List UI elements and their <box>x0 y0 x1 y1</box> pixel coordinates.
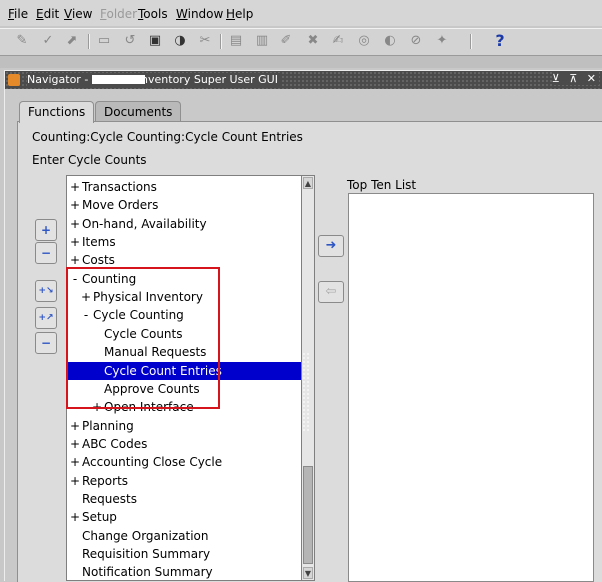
menu-file[interactable]: File <box>8 7 28 21</box>
window-title: Navigator - Inventory Super User GUI <box>27 73 282 86</box>
menu-view[interactable]: View <box>64 7 92 21</box>
tree-item-label: Requests <box>82 491 137 506</box>
expand-node-icon[interactable]: + <box>70 178 80 196</box>
edit-field-icon[interactable]: ✍ <box>330 33 346 49</box>
tree-item-label: Setup <box>82 510 117 525</box>
function-tree[interactable]: + Transactions + Move Orders + On-hand, Avail… <box>66 175 315 581</box>
toolbar-separator <box>88 34 90 49</box>
next-step-icon[interactable]: ↺ <box>122 33 138 49</box>
scroll-up-icon[interactable]: ▲ <box>303 177 313 189</box>
expand-node-icon[interactable]: + <box>81 288 91 306</box>
scroll-thumb[interactable] <box>303 466 313 564</box>
expand-branch-button[interactable]: +↘ <box>35 280 57 302</box>
tree-item-label: Approve Counts <box>104 381 200 396</box>
tree-item[interactable]: Cycle Count Entries <box>67 361 314 380</box>
tree-item-label: Cycle Counts <box>104 326 183 341</box>
tree-item-label: Reports <box>82 473 129 488</box>
selected-function-label: Enter Cycle Counts <box>32 153 147 167</box>
remove-from-top-ten-button[interactable]: ⇦ <box>318 281 344 303</box>
breadcrumb: Counting:Cycle Counting:Cycle Count Entr… <box>32 130 303 144</box>
tree-item-label: Change Organization <box>82 528 209 543</box>
menu-tools[interactable]: Tools <box>138 7 168 21</box>
tree-item-label: Accounting Close Cycle <box>82 455 223 470</box>
tree-item-label: Counting <box>82 271 137 286</box>
expand-node-icon[interactable]: + <box>70 417 80 435</box>
expand-node-icon[interactable]: + <box>70 251 80 269</box>
redacted-title-segment <box>92 75 145 84</box>
menu-bar: File Edit View Folder Tools Window Help <box>0 0 602 26</box>
window-controls[interactable]: ⊻ ⊼ ✕ <box>551 72 599 85</box>
expand-node-icon[interactable]: + <box>70 215 80 233</box>
cut-icon[interactable]: ✂ <box>197 33 213 49</box>
tree-item-label: Costs <box>82 253 115 268</box>
window-title-bar[interactable]: Navigator - Inventory Super User GUI ⊻ ⊼… <box>5 71 602 89</box>
tree-item-label: Planning <box>82 418 134 433</box>
menu-help[interactable]: Help <box>226 7 253 21</box>
menu-window[interactable]: Window <box>176 7 223 21</box>
clear-record-icon[interactable]: ✐ <box>278 33 294 49</box>
oracle-app-icon <box>8 74 20 86</box>
navigator-icon[interactable]: ⬈ <box>64 33 80 49</box>
functions-panel: Counting:Cycle Counting:Cycle Count Entr… <box>17 121 602 582</box>
zoom-icon[interactable]: ◎ <box>356 33 372 49</box>
top-ten-label: Top Ten List <box>347 178 417 192</box>
splitter-grip[interactable] <box>302 352 310 432</box>
collapse-node-icon[interactable]: - <box>70 270 80 288</box>
delete-icon[interactable]: ✖ <box>305 33 321 49</box>
tree-item-label: Manual Requests <box>104 345 207 360</box>
tree-item-label: Transactions <box>82 180 157 194</box>
tree-item-label: Cycle Counting <box>93 308 184 323</box>
tree-item-label: Open Interface <box>104 400 194 415</box>
close-form-icon[interactable]: ◑ <box>172 33 188 49</box>
tree-item-label: Notification Summary <box>82 565 213 580</box>
help-icon[interactable]: ? <box>492 33 508 49</box>
toolbar: ✎ ✓ ⬈ ▭ ↺ ▣ ◑ ✂ ▤ ▥ ✐ ✖ ✍ ◎ ◐ ⊘ ✦? <box>0 28 602 56</box>
find-icon[interactable]: ✓ <box>40 33 56 49</box>
tab-documents[interactable]: Documents <box>95 101 182 122</box>
tab-functions[interactable]: Functions <box>19 101 95 123</box>
expand-node-icon[interactable]: + <box>70 472 80 490</box>
paste-icon[interactable]: ▥ <box>254 33 270 49</box>
top-ten-list[interactable] <box>348 193 594 582</box>
expand-node-icon[interactable]: + <box>70 196 80 214</box>
collapse-node-icon[interactable]: - <box>81 306 91 324</box>
collapse-all-button[interactable]: − <box>35 332 57 354</box>
tree-item-label: On-hand, Availability <box>82 216 207 231</box>
new-icon[interactable]: ✎ <box>14 33 30 49</box>
menu-folder[interactable]: Folder <box>100 7 137 21</box>
tree-item-label: Cycle Count Entries <box>104 363 222 378</box>
tree-item-label: Move Orders <box>82 198 159 213</box>
menu-edit[interactable]: Edit <box>36 7 59 21</box>
folder-tools-icon[interactable]: ✦ <box>434 33 450 49</box>
toolbar-separator <box>470 34 472 49</box>
copy-icon[interactable]: ▤ <box>228 33 244 49</box>
expand-node-icon[interactable]: + <box>70 453 80 471</box>
translations-icon[interactable]: ◐ <box>382 33 398 49</box>
navigator-window: Navigator - Inventory Super User GUI ⊻ ⊼… <box>4 70 602 582</box>
expand-all-button[interactable]: +↗ <box>35 307 57 329</box>
tree-item-label: Requisition Summary <box>82 547 211 561</box>
expand-node-icon[interactable]: + <box>92 398 102 416</box>
save-icon[interactable]: ▭ <box>96 33 112 49</box>
tree-item-label: Physical Inventory <box>93 290 203 305</box>
tree-item-label: Items <box>82 235 116 250</box>
collapse-button[interactable]: − <box>35 242 57 264</box>
add-to-top-ten-button[interactable]: ➜ <box>318 235 344 257</box>
attachments-icon[interactable]: ⊘ <box>408 33 424 49</box>
expand-node-icon[interactable]: + <box>70 508 80 526</box>
expand-node-icon[interactable]: + <box>70 435 80 453</box>
desktop-background <box>0 56 602 68</box>
expand-button[interactable]: + <box>35 219 57 241</box>
toolbar-separator <box>220 34 222 49</box>
expand-node-icon[interactable]: + <box>70 233 80 251</box>
tree-item-label: ABC Codes <box>82 436 148 451</box>
print-icon[interactable]: ▣ <box>147 33 163 49</box>
scroll-down-icon[interactable]: ▼ <box>303 567 313 579</box>
